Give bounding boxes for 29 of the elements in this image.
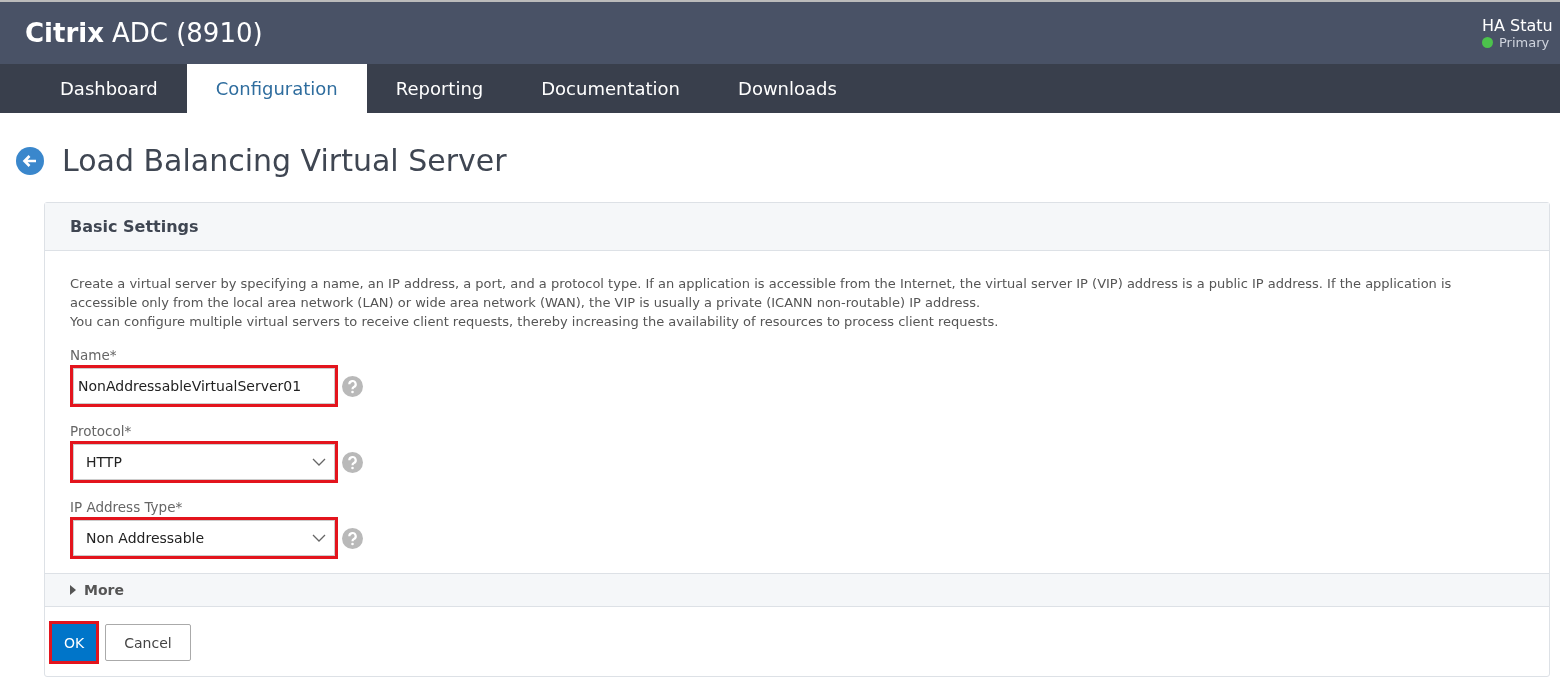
nav-tab[interactable]: Configuration [186,64,367,113]
description-text: You can configure multiple virtual servers to receive client requests, thereby increasing the availability of resources to process client requests. [70,313,1000,331]
brand-name: Citrix [25,18,104,48]
nav-tab[interactable]: Documentation [512,64,709,113]
nav-tab[interactable]: Downloads [709,64,866,113]
chevron-down-icon [312,534,326,542]
panel-title: Basic Settings [70,217,199,236]
product-name: ADC (8910) [111,18,263,48]
ok-button[interactable]: OK [49,621,100,664]
field-label: Protocol* [70,423,133,439]
caret-icon [70,585,76,595]
field-label: IP Address Type* [70,499,184,515]
field-label: Name* [70,347,118,363]
nav-tab[interactable]: Dashboard [31,64,187,113]
name-input[interactable]: NonAddressableVirtualServer01 [73,368,335,404]
cancel-button[interactable]: Cancel [105,624,191,661]
ha-status-value: Primary [1499,35,1550,50]
dropdown[interactable]: HTTP [73,444,335,480]
description-text: Create a virtual server by specifying a name, an IP address, a port, and a protocol type. If an application is accessible from the Internet, the virtual server IP (VIP) address is a public IP address. If the application is accessible only from the local area network (LAN) or wide area network (WAN), the VIP is usually a private (ICANN non-routable) IP address. [70,275,1453,312]
help-icon[interactable] [342,375,363,397]
more-label: More [84,582,124,598]
more-section[interactable]: More [45,573,1549,607]
help-icon[interactable] [342,527,363,549]
page-title: Load Balancing Virtual Server [62,143,507,178]
help-icon[interactable] [342,451,363,473]
ha-status-label: HA Statu [1482,16,1553,35]
chevron-down-icon [312,458,326,466]
nav-tab[interactable]: Reporting [366,64,513,113]
dropdown[interactable]: Non Addressable [73,520,335,556]
